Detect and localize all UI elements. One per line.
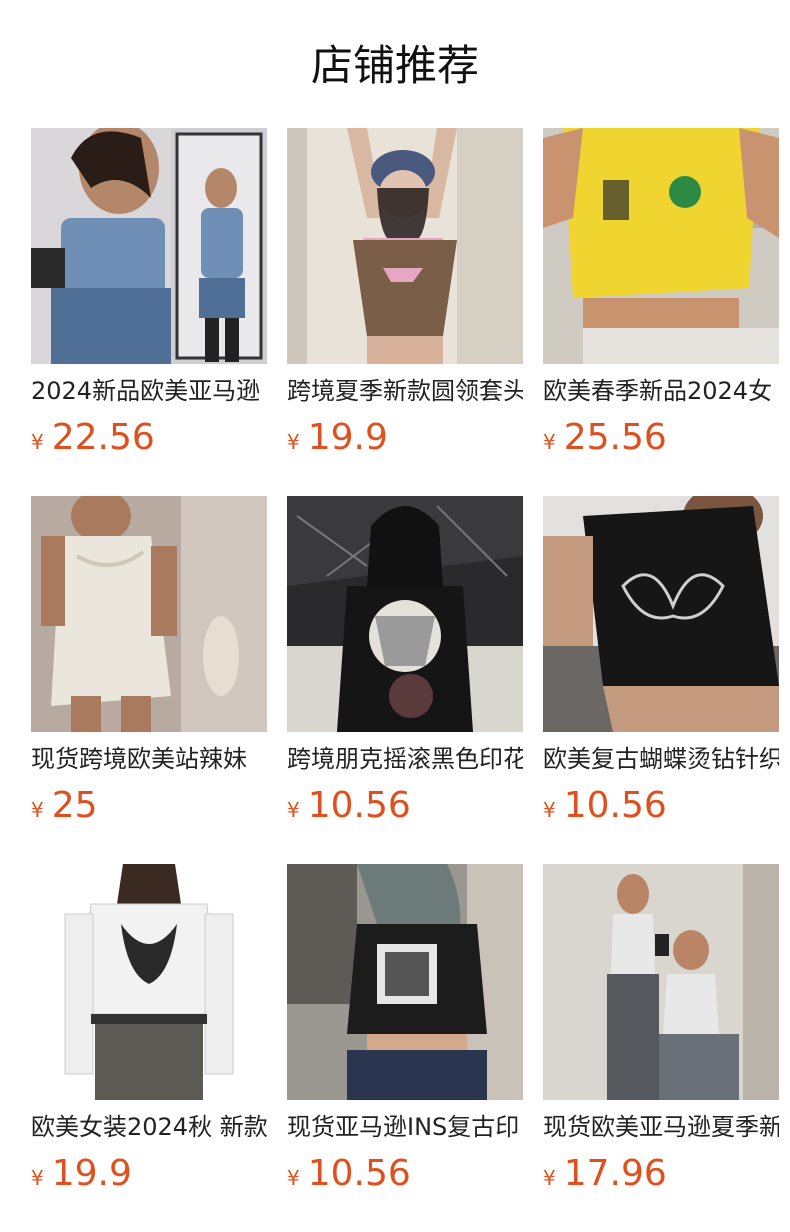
price-amount: 25 [51, 785, 98, 826]
product-card[interactable]: 现货亚马逊INS复古印 ¥10.56 [287, 864, 523, 1196]
product-price: ¥25 [31, 784, 267, 828]
product-name[interactable]: 现货亚马逊INS复古印 [287, 1110, 523, 1144]
product-card[interactable]: 欧美春季新品2024女 ¥25.56 [543, 128, 779, 460]
product-card[interactable]: 现货欧美亚马逊夏季新 ¥17.96 [543, 864, 779, 1196]
product-name[interactable]: 欧美女装2024秋 新款 [31, 1110, 267, 1144]
product-image[interactable] [287, 496, 523, 732]
price-amount: 22.56 [51, 417, 155, 458]
product-card[interactable]: 欧美复古蝴蝶烫钻针织 ¥10.56 [543, 496, 779, 828]
currency-symbol: ¥ [31, 430, 44, 454]
product-image[interactable] [287, 864, 523, 1100]
currency-symbol: ¥ [543, 798, 556, 822]
product-image[interactable] [31, 128, 267, 364]
product-card[interactable]: 现货跨境欧美站辣妹 ¥25 [31, 496, 267, 828]
product-price: ¥10.56 [287, 784, 523, 828]
product-card[interactable]: 2024新品欧美亚马逊 ¥22.56 [31, 128, 267, 460]
product-price: ¥19.9 [31, 1152, 267, 1196]
product-card[interactable]: 跨境夏季新款圆领套头 ¥19.9 [287, 128, 523, 460]
currency-symbol: ¥ [287, 798, 300, 822]
product-image[interactable] [543, 128, 779, 364]
product-name[interactable]: 跨境夏季新款圆领套头 [287, 374, 523, 408]
product-image[interactable] [543, 864, 779, 1100]
product-price: ¥19.9 [287, 416, 523, 460]
product-card[interactable]: 跨境朋克摇滚黑色印花 ¥10.56 [287, 496, 523, 828]
product-card[interactable]: 欧美女装2024秋 新款 ¥19.9 [31, 864, 267, 1196]
product-name[interactable]: 现货欧美亚马逊夏季新 [543, 1110, 779, 1144]
product-price: ¥10.56 [287, 1152, 523, 1196]
product-name[interactable]: 欧美春季新品2024女 [543, 374, 779, 408]
section-title: 店铺推荐 [310, 41, 479, 90]
product-name[interactable]: 现货跨境欧美站辣妹 [31, 742, 267, 776]
product-image[interactable] [31, 864, 267, 1100]
product-price: ¥10.56 [543, 784, 779, 828]
product-name[interactable]: 欧美复古蝴蝶烫钻针织 [543, 742, 779, 776]
product-image[interactable] [31, 496, 267, 732]
price-amount: 19.9 [307, 417, 388, 458]
currency-symbol: ¥ [31, 798, 44, 822]
product-image[interactable] [287, 128, 523, 364]
product-name[interactable]: 2024新品欧美亚马逊 [31, 374, 267, 408]
product-price: ¥17.96 [543, 1152, 779, 1196]
product-price: ¥22.56 [31, 416, 267, 460]
currency-symbol: ¥ [287, 1166, 300, 1190]
currency-symbol: ¥ [287, 430, 300, 454]
currency-symbol: ¥ [543, 430, 556, 454]
price-amount: 25.56 [563, 417, 667, 458]
price-amount: 10.56 [307, 1153, 411, 1194]
price-amount: 17.96 [563, 1153, 667, 1194]
currency-symbol: ¥ [31, 1166, 44, 1190]
price-amount: 10.56 [307, 785, 411, 826]
product-image[interactable] [543, 496, 779, 732]
price-amount: 19.9 [51, 1153, 132, 1194]
product-price: ¥25.56 [543, 416, 779, 460]
currency-symbol: ¥ [543, 1166, 556, 1190]
price-amount: 10.56 [563, 785, 667, 826]
product-name[interactable]: 跨境朋克摇滚黑色印花 [287, 742, 523, 776]
